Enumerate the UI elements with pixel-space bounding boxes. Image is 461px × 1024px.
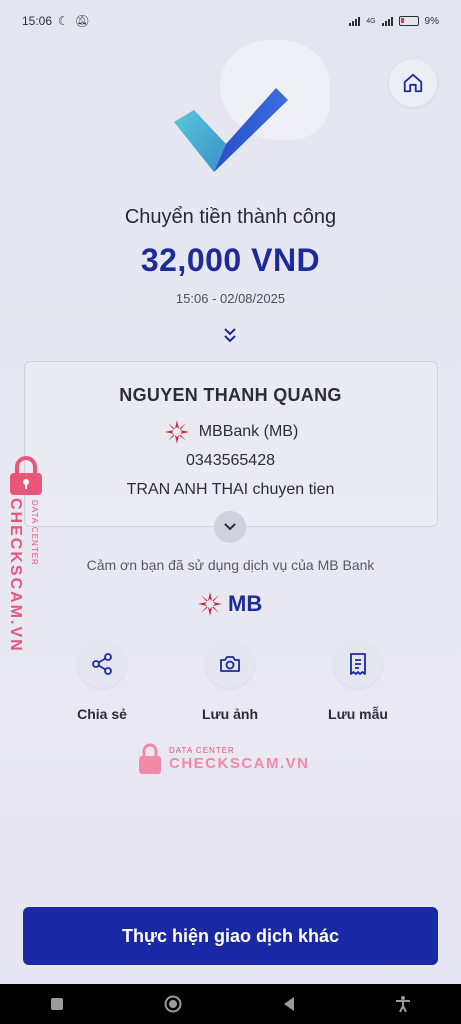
- back-icon[interactable]: [282, 996, 296, 1012]
- moon-icon: ☾: [58, 14, 69, 28]
- camera-icon: [220, 656, 240, 672]
- transfer-note: TRAN ANH THAI chuyen tien: [126, 481, 335, 498]
- accessibility-icon[interactable]: [395, 995, 411, 1013]
- mb-logo-text: MB: [228, 591, 263, 616]
- recipient-bank: MBBank (MB): [198, 423, 299, 440]
- card-expand-button[interactable]: [214, 511, 246, 543]
- receipt-icon: [350, 653, 366, 675]
- recipient-account: 0343565428: [186, 452, 275, 469]
- system-nav-bar: [0, 984, 461, 1024]
- status-right: 4G 9%: [349, 16, 439, 27]
- lock-icon: [139, 743, 161, 774]
- status-left: 15:06 ☾ 🔕︎: [22, 14, 90, 28]
- home-icon: [403, 73, 423, 93]
- save-template-action[interactable]: Lưu mẫu: [298, 640, 418, 722]
- new-transaction-button[interactable]: Thực hiện giao dịch khác: [23, 907, 438, 965]
- thanks-message: Cảm ơn bạn đã sử dụng dịch vụ của MB Ban…: [86, 557, 375, 573]
- network-type: 4G: [366, 17, 376, 25]
- recipient-name: NGUYEN THANH QUANG: [119, 385, 342, 405]
- status-bar: 15:06 ☾ 🔕︎ 4G 9%: [0, 0, 461, 42]
- share-action[interactable]: Chia sẻ: [42, 640, 162, 722]
- watermark-side-text: CHECKSCAM.VN: [7, 498, 24, 653]
- chevron-down-icon: [224, 523, 236, 531]
- mb-logo: MB: [196, 590, 262, 618]
- mbbank-star-icon: [198, 592, 222, 616]
- save-image-action[interactable]: Lưu ảnh: [170, 640, 290, 722]
- watermark-center-small: DATA CENTER: [169, 746, 235, 755]
- battery-level: 9%: [424, 15, 439, 27]
- share-label: Chia sẻ: [77, 706, 127, 722]
- chevrons-down-icon[interactable]: [222, 326, 238, 344]
- status-time: 15:06: [22, 14, 53, 28]
- save-image-label: Lưu ảnh: [201, 706, 259, 722]
- watermark-center-big: CHECKSCAM.VN: [169, 755, 310, 772]
- battery-icon: [398, 16, 419, 26]
- success-check-icon: [174, 88, 288, 172]
- result-title: Chuyển tiền thành công: [124, 206, 337, 228]
- signal-icon-2: [381, 16, 393, 26]
- bell-off-icon: 🔕︎: [74, 14, 91, 28]
- recipient-bank-row: MBBank (MB): [0, 418, 461, 446]
- lock-icon: [10, 456, 42, 495]
- share-icon: [92, 653, 112, 675]
- signal-icon: [349, 16, 361, 26]
- watermark-side-small: DATA CENTER: [30, 500, 39, 566]
- save-image-button[interactable]: [206, 640, 254, 688]
- share-button[interactable]: [78, 640, 126, 688]
- home-nav-icon[interactable]: [163, 994, 183, 1014]
- mbbank-star-icon: [164, 420, 189, 444]
- transfer-datetime: 15:06 - 02/08/2025: [175, 291, 286, 306]
- watermark-center-text: DATA CENTER CHECKSCAM.VN: [169, 746, 310, 772]
- watermark-center: DATA CENTER CHECKSCAM.VN: [137, 742, 310, 776]
- home-button[interactable]: [389, 59, 437, 107]
- recents-icon[interactable]: [50, 997, 64, 1011]
- save-template-label: Lưu mẫu: [328, 706, 388, 722]
- save-template-button[interactable]: [334, 640, 382, 688]
- transfer-amount: 32,000 VND: [140, 242, 321, 278]
